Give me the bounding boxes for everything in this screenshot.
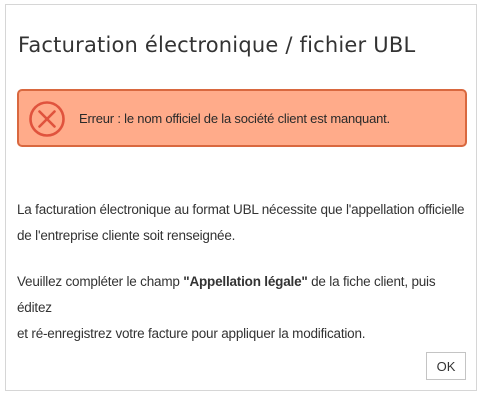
paragraph-instructions: Veuillez compléter le champ "Appellation… (17, 269, 467, 347)
paragraph-ubl-requirement: La facturation électronique au format UB… (17, 197, 467, 249)
error-alert: Erreur : le nom officiel de la société c… (17, 89, 467, 147)
error-message: Erreur : le nom officiel de la société c… (79, 111, 390, 126)
paragraph-text: Veuillez compléter le champ (17, 274, 184, 289)
paragraph-line: et ré-enregistrez votre facture pour app… (17, 326, 366, 341)
error-circle-x-icon (29, 101, 65, 137)
dialog-title: Facturation électronique / fichier UBL (18, 33, 416, 57)
ubl-error-dialog: Facturation électronique / fichier UBL E… (5, 4, 477, 391)
paragraph-line: La facturation électronique au format UB… (17, 202, 465, 217)
field-name-appellation-legale: "Appellation légale" (183, 274, 308, 289)
ok-button[interactable]: OK (426, 352, 466, 380)
paragraph-line: de l'entreprise cliente soit renseignée. (17, 228, 236, 243)
